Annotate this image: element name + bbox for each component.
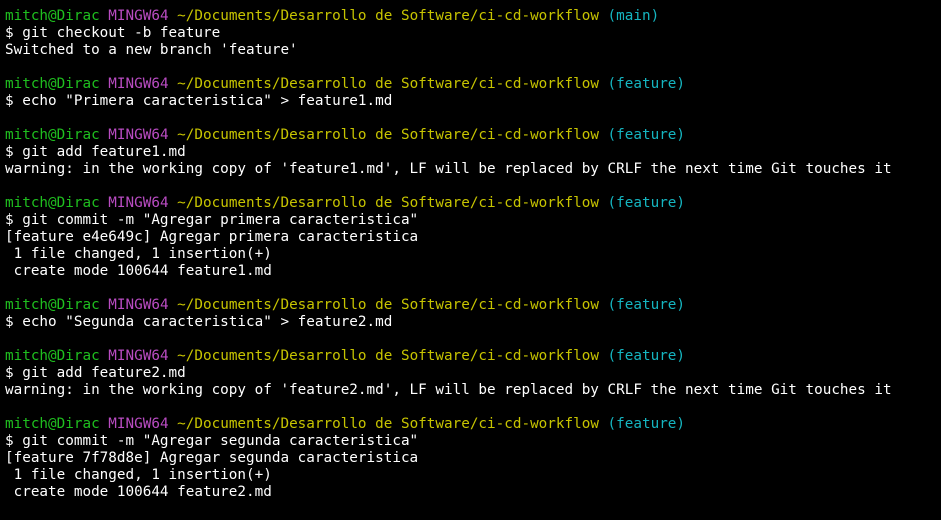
prompt-user-host: mitch@Dirac xyxy=(5,416,100,432)
output-text: create mode 100644 feature1.md xyxy=(5,263,272,279)
output-text: create mode 100644 feature2.md xyxy=(5,484,272,500)
terminal-output[interactable]: mitch@Dirac MINGW64 ~/Documents/Desarrol… xyxy=(0,0,941,520)
prompt-path: ~/Documents/Desarrollo de Software/ci-cd… xyxy=(177,195,599,211)
prompt-user-host: mitch@Dirac xyxy=(5,8,100,24)
prompt-system: MINGW64 xyxy=(108,297,169,313)
prompt-branch: (feature) xyxy=(607,348,686,364)
prompt-branch: (feature) xyxy=(607,195,686,211)
prompt-path: ~/Documents/Desarrollo de Software/ci-cd… xyxy=(177,348,599,364)
output-line: 1 file changed, 1 insertion(+) xyxy=(5,246,941,263)
prompt-system: MINGW64 xyxy=(108,76,169,92)
output-text: [feature 7f78d8e] Agregar segunda caract… xyxy=(5,450,419,466)
prompt-system: MINGW64 xyxy=(108,8,169,24)
prompt-user-host: mitch@Dirac xyxy=(5,195,100,211)
prompt-branch: (feature) xyxy=(607,416,686,432)
output-line: [feature 7f78d8e] Agregar segunda caract… xyxy=(5,450,941,467)
command-text: $ git commit -m "Agregar primera caracte… xyxy=(5,212,419,228)
prompt-branch: (main) xyxy=(607,8,660,24)
command-text: $ echo "Primera caracteristica" > featur… xyxy=(5,93,393,109)
command-text: $ git commit -m "Agregar segunda caracte… xyxy=(5,433,419,449)
prompt-line: mitch@Dirac MINGW64 ~/Documents/Desarrol… xyxy=(5,8,941,25)
output-text: warning: in the working copy of 'feature… xyxy=(5,161,892,177)
prompt-user-host: mitch@Dirac xyxy=(5,348,100,364)
output-line: warning: in the working copy of 'feature… xyxy=(5,382,941,399)
command-text: $ git checkout -b feature xyxy=(5,25,221,41)
output-text: Switched to a new branch 'feature' xyxy=(5,42,298,58)
command-line: $ echo "Primera caracteristica" > featur… xyxy=(5,93,941,110)
output-line: 1 file changed, 1 insertion(+) xyxy=(5,467,941,484)
command-line: $ git commit -m "Agregar primera caracte… xyxy=(5,212,941,229)
prompt-line: mitch@Dirac MINGW64 ~/Documents/Desarrol… xyxy=(5,76,941,93)
output-text: 1 file changed, 1 insertion(+) xyxy=(5,467,272,483)
prompt-user-host: mitch@Dirac xyxy=(5,297,100,313)
output-line: warning: in the working copy of 'feature… xyxy=(5,161,941,178)
output-text: 1 file changed, 1 insertion(+) xyxy=(5,246,272,262)
command-line: $ git commit -m "Agregar segunda caracte… xyxy=(5,433,941,450)
prompt-path: ~/Documents/Desarrollo de Software/ci-cd… xyxy=(177,76,599,92)
command-line: $ git add feature2.md xyxy=(5,365,941,382)
prompt-user-host: mitch@Dirac xyxy=(5,76,100,92)
output-line: create mode 100644 feature1.md xyxy=(5,263,941,280)
output-line: [feature e4e649c] Agregar primera caract… xyxy=(5,229,941,246)
prompt-path: ~/Documents/Desarrollo de Software/ci-cd… xyxy=(177,297,599,313)
output-line: create mode 100644 feature2.md xyxy=(5,484,941,501)
prompt-user-host: mitch@Dirac xyxy=(5,127,100,143)
prompt-branch: (feature) xyxy=(607,127,686,143)
prompt-system: MINGW64 xyxy=(108,348,169,364)
prompt-line: mitch@Dirac MINGW64 ~/Documents/Desarrol… xyxy=(5,416,941,433)
prompt-line: mitch@Dirac MINGW64 ~/Documents/Desarrol… xyxy=(5,297,941,314)
command-line: $ git add feature1.md xyxy=(5,144,941,161)
output-text: [feature e4e649c] Agregar primera caract… xyxy=(5,229,419,245)
output-text: warning: in the working copy of 'feature… xyxy=(5,382,892,398)
prompt-system: MINGW64 xyxy=(108,195,169,211)
prompt-line: mitch@Dirac MINGW64 ~/Documents/Desarrol… xyxy=(5,195,941,212)
command-text: $ echo "Segunda caracteristica" > featur… xyxy=(5,314,393,330)
prompt-system: MINGW64 xyxy=(108,416,169,432)
prompt-branch: (feature) xyxy=(607,297,686,313)
command-text: $ git add feature1.md xyxy=(5,144,186,160)
output-line: Switched to a new branch 'feature' xyxy=(5,42,941,59)
prompt-branch: (feature) xyxy=(607,76,686,92)
prompt-line: mitch@Dirac MINGW64 ~/Documents/Desarrol… xyxy=(5,348,941,365)
command-text: $ git add feature2.md xyxy=(5,365,186,381)
prompt-path: ~/Documents/Desarrollo de Software/ci-cd… xyxy=(177,416,599,432)
prompt-path: ~/Documents/Desarrollo de Software/ci-cd… xyxy=(177,127,599,143)
prompt-path: ~/Documents/Desarrollo de Software/ci-cd… xyxy=(177,8,599,24)
prompt-system: MINGW64 xyxy=(108,127,169,143)
command-line: $ git checkout -b feature xyxy=(5,25,941,42)
prompt-line: mitch@Dirac MINGW64 ~/Documents/Desarrol… xyxy=(5,127,941,144)
command-line: $ echo "Segunda caracteristica" > featur… xyxy=(5,314,941,331)
